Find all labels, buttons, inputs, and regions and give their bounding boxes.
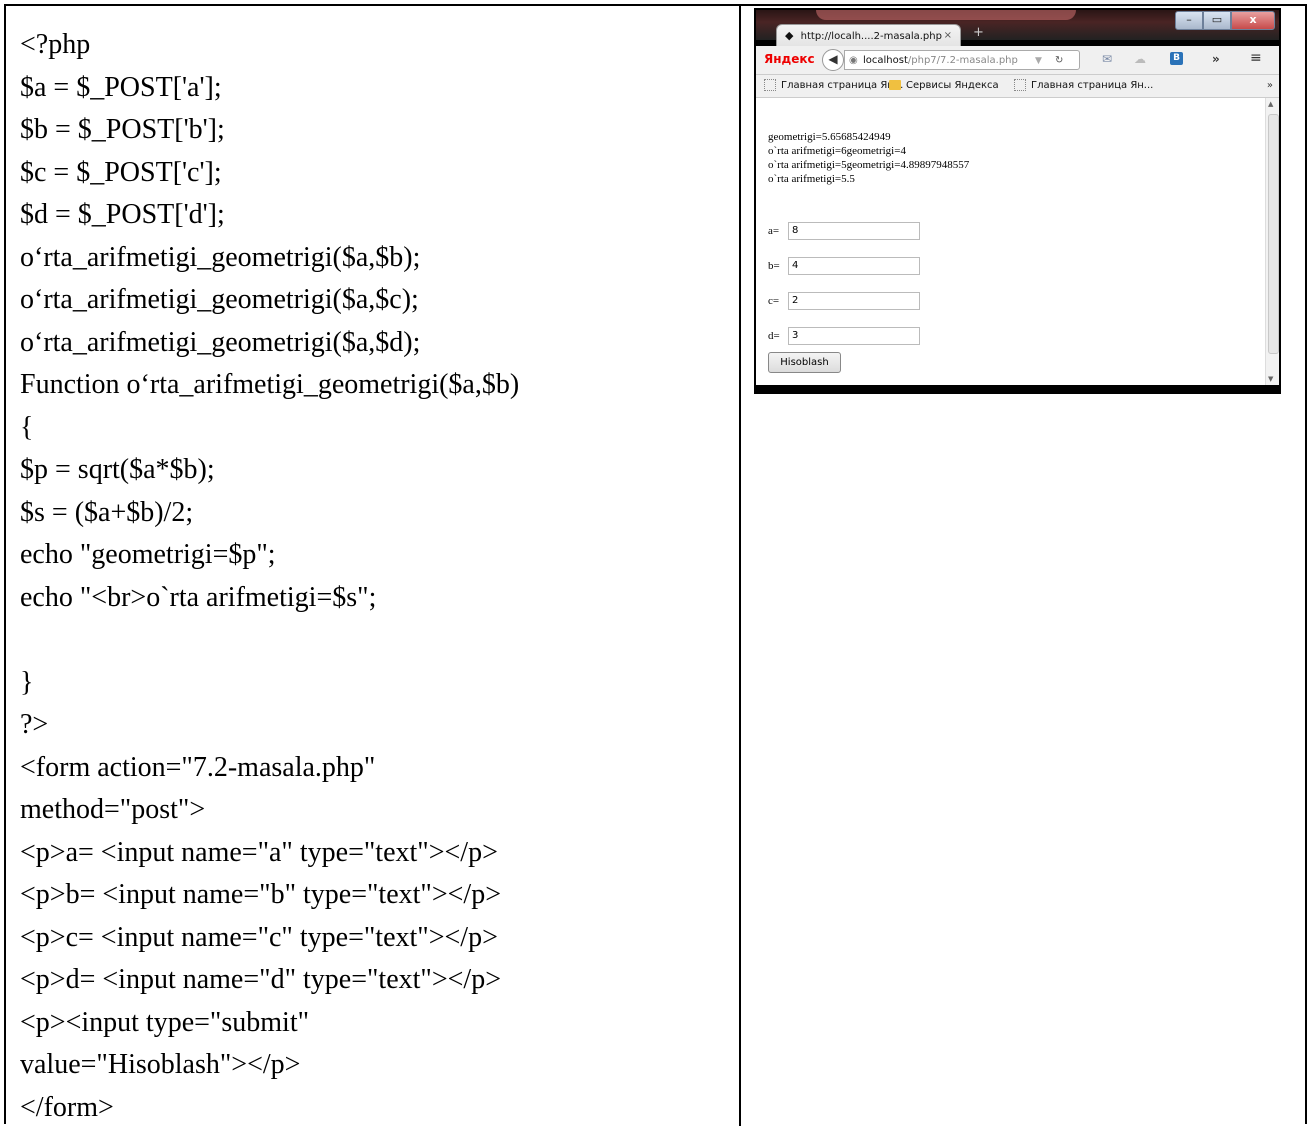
code-line: o‘rta_arifmetigi_geometrigi($a,$b); [20, 237, 735, 280]
field-label: c= [768, 295, 788, 307]
dropdown-icon[interactable]: ▼ [1035, 51, 1042, 71]
bookmark-item[interactable]: Главная страница Ян... [1014, 75, 1153, 97]
bookmarks-bar: Главная страница Ян... Сервисы Яндекса Г… [756, 75, 1279, 98]
code-line: </form> [20, 1087, 735, 1129]
code-line: <p>b= <input name="b" type="text"></p> [20, 874, 735, 917]
more-tools-icon[interactable]: » [1212, 52, 1220, 66]
incognito-icon: ◆ [785, 29, 793, 42]
code-line: <p><input type="submit" [20, 1002, 735, 1045]
bookmark-label: Главная страница Ян... [1031, 80, 1153, 91]
output-line: o`rta arifmetigi=5.5 [768, 172, 969, 186]
code-line: <p>d= <input name="d" type="text"></p> [20, 959, 735, 1002]
code-line: o‘rta_arifmetigi_geometrigi($a,$d); [20, 322, 735, 365]
bookmark-folder[interactable]: Сервисы Яндекса [889, 75, 999, 97]
globe-icon: ◉ [849, 51, 858, 71]
code-line: Function o‘rta_arifmetigi_geometrigi($a,… [20, 364, 735, 407]
yandex-brand: Яндекс [764, 52, 815, 66]
output-line: o`rta arifmetigi=5geometrigi=4.898979485… [768, 158, 969, 172]
code-line: $c = $_POST['c']; [20, 152, 735, 195]
code-line: $p = sqrt($a*$b); [20, 449, 735, 492]
code-line: { [20, 407, 735, 450]
bookmarks-more-icon[interactable]: » [1267, 75, 1273, 97]
mail-icon[interactable]: ✉ [1102, 52, 1112, 66]
close-window-button[interactable]: x [1231, 11, 1275, 30]
code-line: $a = $_POST['a']; [20, 67, 735, 110]
browser-screenshot: – ▭ x ◆ http://localh....2-masala.php × … [754, 8, 1281, 394]
form-row-a: a=8 [768, 222, 920, 240]
form-row-b: b=4 [768, 257, 920, 275]
input-c[interactable]: 2 [788, 292, 920, 310]
scroll-up-icon[interactable]: ▲ [1268, 100, 1273, 108]
document-table: <?php$a = $_POST['a'];$b = $_POST['b'];$… [4, 4, 1307, 1124]
field-label: d= [768, 330, 788, 342]
scroll-thumb[interactable] [1268, 114, 1279, 354]
input-a[interactable]: 8 [788, 222, 920, 240]
minimize-button[interactable]: – [1175, 11, 1203, 30]
scroll-down-icon[interactable]: ▼ [1268, 375, 1273, 383]
code-line: ?> [20, 704, 735, 747]
code-line: value="Hisoblash"></p> [20, 1044, 735, 1087]
navigation-toolbar: Яндекс ◀ ◉ localhost/php7/7.2-masala.php… [756, 46, 1279, 75]
code-line: $b = $_POST['b']; [20, 109, 735, 152]
bookmark-item[interactable]: Главная страница Ян... [764, 75, 903, 97]
hisoblash-button[interactable]: Hisoblash [768, 352, 841, 373]
code-line: } [20, 662, 735, 705]
tab-title: http://localh....2-masala.php [801, 31, 942, 42]
url-path: /php7/7.2-masala.php [908, 55, 1018, 66]
input-b[interactable]: 4 [788, 257, 920, 275]
input-d[interactable]: 3 [788, 327, 920, 345]
php-code-listing: <?php$a = $_POST['a'];$b = $_POST['b'];$… [20, 24, 735, 1129]
code-line: echo "geometrigi=$p"; [20, 534, 735, 577]
maximize-button[interactable]: ▭ [1203, 11, 1231, 30]
code-line: <?php [20, 24, 735, 67]
reload-icon[interactable]: ↻ [1055, 51, 1063, 71]
window-controls: – ▭ x [1175, 11, 1275, 30]
close-tab-icon[interactable]: × [944, 25, 952, 47]
column-divider [739, 6, 741, 1126]
code-line: o‘rta_arifmetigi_geometrigi($a,$c); [20, 279, 735, 322]
field-label: b= [768, 260, 788, 272]
php-output: geometrigi=5.65685424949 o`rta arifmetig… [768, 130, 969, 186]
page-icon [1014, 79, 1026, 91]
new-tab-button[interactable]: + [973, 25, 984, 40]
url-host: localhost [863, 55, 908, 66]
field-label: a= [768, 225, 788, 237]
code-line: $s = ($a+$b)/2; [20, 492, 735, 535]
weather-icon[interactable]: ☁ [1134, 52, 1146, 66]
code-line: <form action="7.2-masala.php" [20, 747, 735, 790]
code-line: <p>a= <input name="a" type="text"></p> [20, 832, 735, 875]
code-line: <p>c= <input name="c" type="text"></p> [20, 917, 735, 960]
code-line: $d = $_POST['d']; [20, 194, 735, 237]
page-icon [764, 79, 776, 91]
address-bar[interactable]: ◉ localhost/php7/7.2-masala.php ▼ ↻ [844, 50, 1080, 70]
vertical-scrollbar[interactable]: ▲ ▼ [1265, 98, 1279, 385]
page-content: geometrigi=5.65685424949 o`rta arifmetig… [756, 98, 1265, 385]
back-button[interactable]: ◀ [822, 49, 844, 71]
form-row-c: c=2 [768, 292, 920, 310]
browser-tab[interactable]: ◆ http://localh....2-masala.php × [776, 24, 961, 46]
bookmark-label: Главная страница Ян... [781, 80, 903, 91]
bookmark-label: Сервисы Яндекса [906, 80, 999, 91]
output-line: geometrigi=5.65685424949 [768, 130, 969, 144]
code-line [20, 619, 735, 662]
form-row-d: d=3 [768, 327, 920, 345]
bookmark-extension-icon[interactable]: B [1170, 52, 1183, 65]
folder-icon [889, 80, 901, 90]
code-line: method="post"> [20, 789, 735, 832]
output-line: o`rta arifmetigi=6geometrigi=4 [768, 144, 969, 158]
code-line: echo "<br>o`rta arifmetigi=$s"; [20, 577, 735, 620]
yandex-logo[interactable]: Яндекс [764, 52, 815, 66]
back-arrow-icon: ◀ [828, 52, 837, 66]
menu-icon[interactable]: ≡ [1250, 50, 1262, 66]
